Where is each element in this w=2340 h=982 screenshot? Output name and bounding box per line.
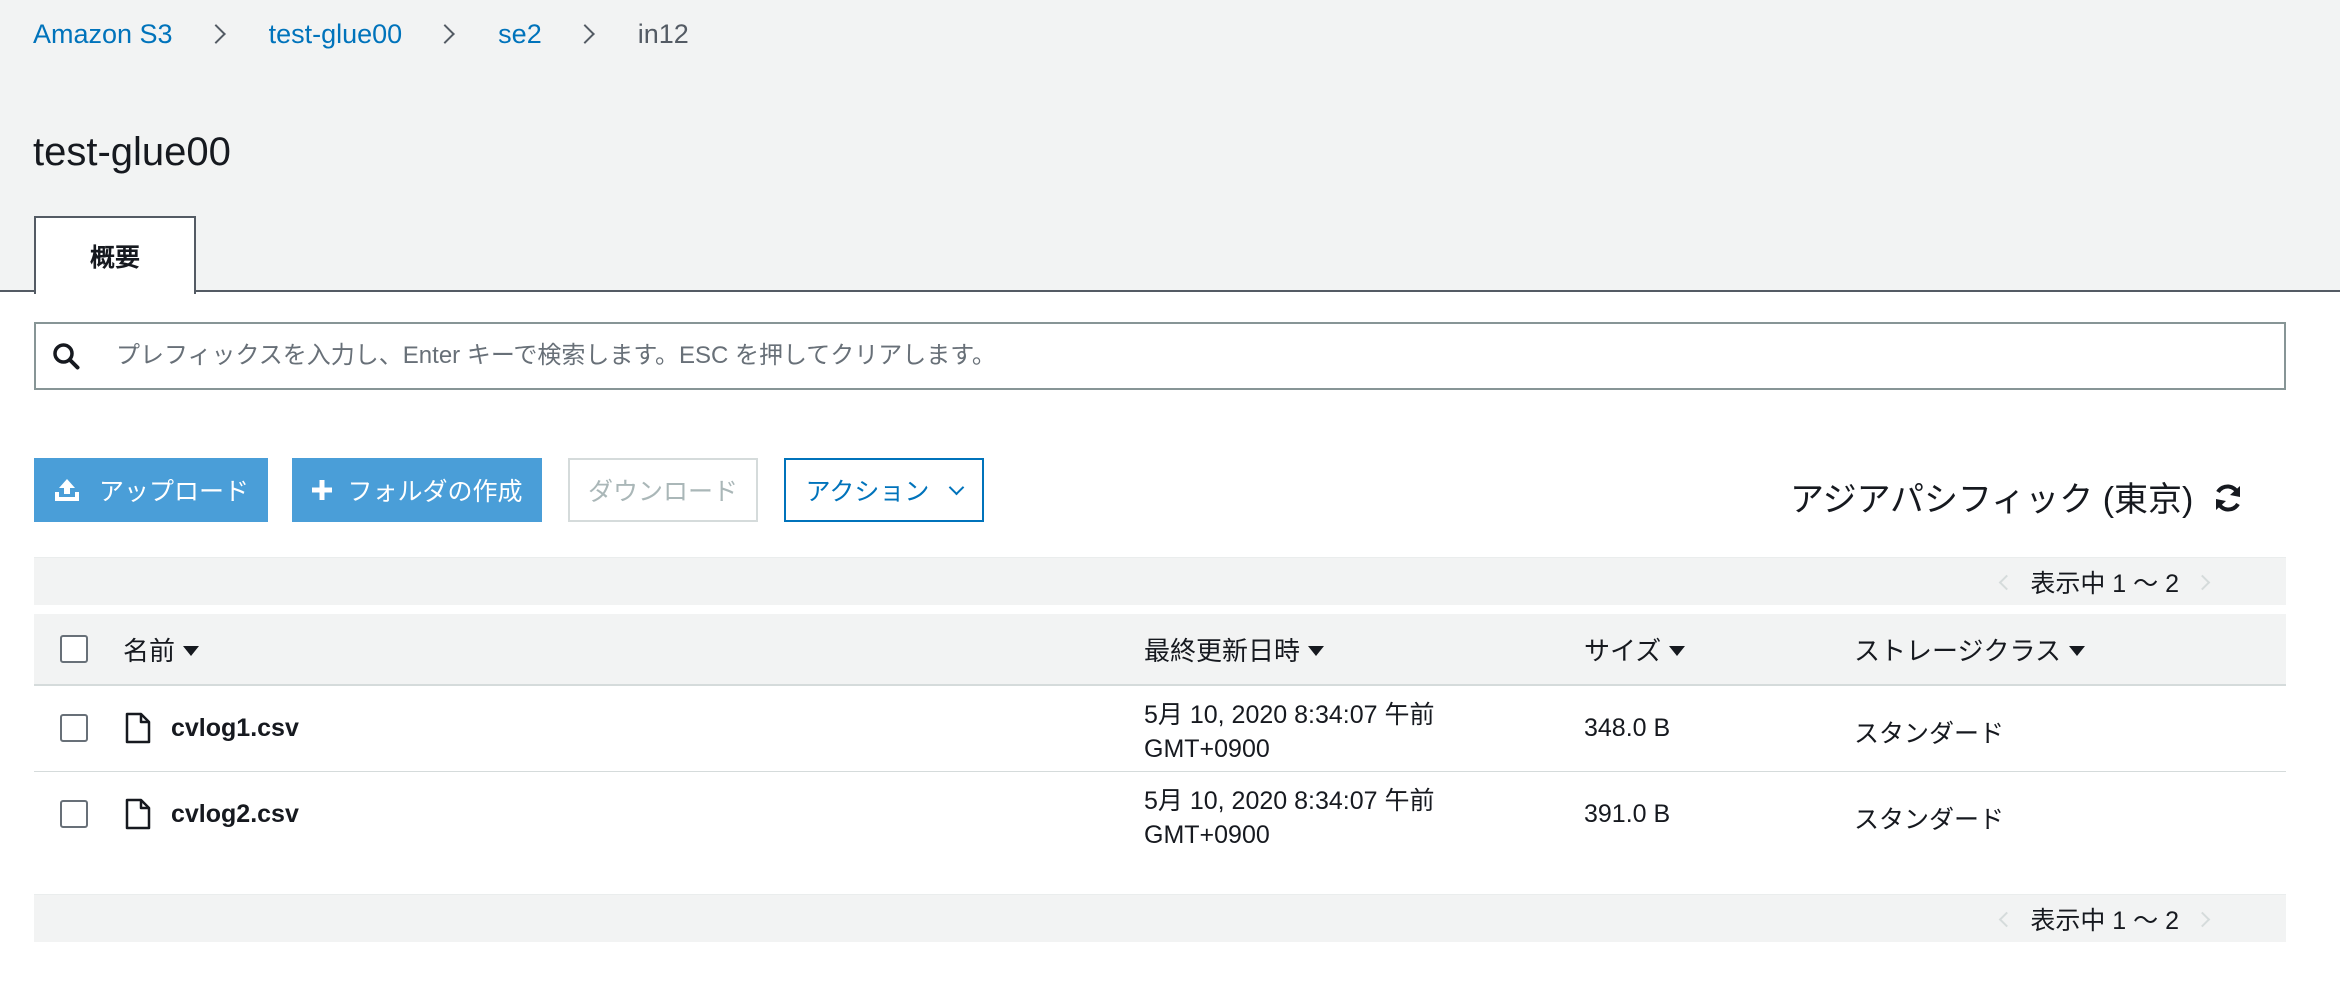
create-folder-button[interactable]: フォルダの作成 — [292, 458, 542, 522]
size-cell: 348.0 B — [1584, 714, 1671, 742]
upload-button[interactable]: アップロード — [34, 458, 268, 522]
row-checkbox[interactable] — [60, 800, 88, 828]
pagination-top: 表示中 1 〜 2 — [34, 557, 2286, 605]
download-button[interactable]: ダウンロード — [568, 458, 758, 522]
chevron-left-icon[interactable] — [1999, 574, 2015, 590]
column-header-storage-class[interactable]: ストレージクラス — [1854, 614, 2085, 684]
row-checkbox[interactable] — [60, 714, 88, 742]
search-input[interactable] — [96, 326, 2266, 386]
table-header: 名前 最終更新日時 サイズ ストレージクラス — [34, 614, 2286, 686]
caret-down-icon — [1669, 646, 1686, 656]
last-modified-date: 5月 10, 2020 8:34:07 午前 — [1144, 787, 1435, 815]
column-header-name[interactable]: 名前 — [123, 614, 200, 684]
storage-class-cell: スタンダード — [1854, 720, 2005, 748]
file-name-link[interactable]: cvlog2.csv — [171, 800, 299, 829]
last-modified-cell: 5月 10, 2020 8:34:07 午前 GMT+0900 — [1144, 784, 1434, 852]
breadcrumb-link-bucket[interactable]: test-glue00 — [269, 19, 403, 50]
chevron-down-icon — [949, 479, 965, 495]
page-header: Amazon S3 test-glue00 se2 in12 test-glue… — [0, 0, 2340, 294]
search-icon — [36, 324, 96, 388]
file-icon — [124, 798, 152, 830]
breadcrumb: Amazon S3 test-glue00 se2 in12 — [33, 16, 689, 52]
last-modified-timezone: GMT+0900 — [1144, 735, 1270, 763]
column-header-size-label: サイズ — [1584, 635, 1662, 666]
create-folder-button-label: フォルダの作成 — [347, 478, 523, 506]
column-header-modified[interactable]: 最終更新日時 — [1144, 614, 1325, 684]
last-modified-date: 5月 10, 2020 8:34:07 午前 — [1144, 701, 1435, 729]
search-bar — [34, 322, 2286, 390]
column-header-size[interactable]: サイズ — [1584, 614, 1686, 684]
tab-overview[interactable]: 概要 — [34, 216, 196, 294]
breadcrumb-link-amazon-s3[interactable]: Amazon S3 — [33, 19, 173, 50]
size-cell: 391.0 B — [1584, 800, 1671, 828]
breadcrumb-current: in12 — [637, 18, 689, 49]
column-header-modified-label: 最終更新日時 — [1144, 635, 1301, 666]
actions-button-label: アクション — [805, 478, 930, 506]
breadcrumb-chevron-icon — [205, 24, 226, 44]
actions-dropdown-button[interactable]: アクション — [784, 458, 984, 522]
caret-down-icon — [2068, 646, 2085, 656]
file-name-link[interactable]: cvlog1.csv — [171, 714, 299, 743]
storage-class-cell: スタンダード — [1854, 806, 2005, 834]
breadcrumb-chevron-icon — [435, 24, 456, 44]
table-row: cvlog1.csv 5月 10, 2020 8:34:07 午前 GMT+09… — [34, 686, 2286, 772]
pagination-label: 表示中 1 〜 2 — [2030, 907, 2179, 935]
caret-down-icon — [183, 646, 200, 656]
column-header-name-label: 名前 — [123, 635, 176, 666]
page-title: test-glue00 — [33, 130, 231, 174]
pagination-label: 表示中 1 〜 2 — [2030, 570, 2179, 598]
column-header-storage-class-label: ストレージクラス — [1854, 635, 2061, 666]
plus-icon — [311, 479, 333, 501]
chevron-right-icon[interactable] — [2194, 574, 2211, 590]
chevron-right-icon[interactable] — [2194, 911, 2211, 927]
region-label: アジアパシフィック (東京) — [1790, 481, 2194, 519]
table-row: cvlog2.csv 5月 10, 2020 8:34:07 午前 GMT+09… — [34, 772, 2286, 858]
pagination-bottom: 表示中 1 〜 2 — [34, 894, 2286, 942]
breadcrumb-chevron-icon — [574, 24, 595, 44]
upload-button-label: アップロード — [98, 478, 249, 506]
file-icon — [124, 712, 152, 744]
select-all-checkbox[interactable] — [60, 635, 88, 663]
chevron-left-icon[interactable] — [1999, 911, 2015, 927]
upload-icon — [53, 477, 81, 503]
breadcrumb-link-folder[interactable]: se2 — [498, 19, 542, 50]
last-modified-timezone: GMT+0900 — [1144, 821, 1270, 849]
caret-down-icon — [1308, 646, 1325, 656]
refresh-icon[interactable] — [2210, 480, 2246, 516]
last-modified-cell: 5月 10, 2020 8:34:07 午前 GMT+0900 — [1144, 698, 1434, 766]
